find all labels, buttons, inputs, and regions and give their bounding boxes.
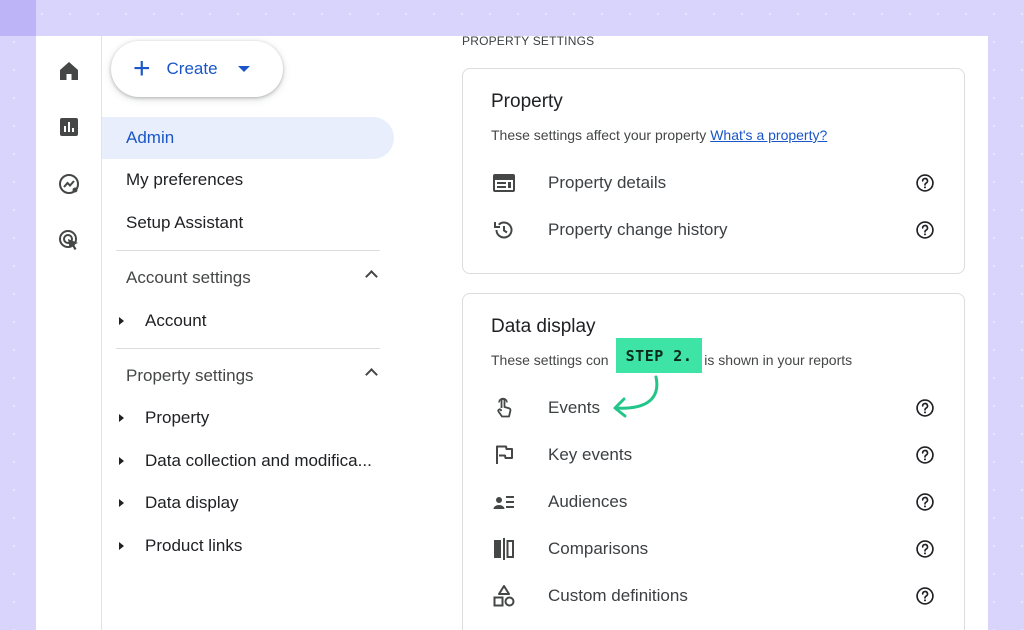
nav-item-setup-assistant[interactable]: Setup Assistant [102, 202, 394, 244]
nav-item-label: Setup Assistant [126, 213, 244, 232]
data-display-card: Data display These settings con is shown… [462, 293, 965, 630]
plus-icon: + [133, 52, 151, 85]
card-subtitle-text: These settings affect your property [491, 127, 707, 143]
nav-divider [116, 348, 380, 349]
row-label: Custom definitions [548, 586, 688, 605]
tree-item-property[interactable]: Property [102, 400, 394, 436]
tree-item-data-display[interactable]: Data display [102, 485, 394, 521]
help-icon[interactable] [915, 492, 935, 512]
tree-item-label: Account [145, 311, 207, 330]
help-icon[interactable] [915, 586, 935, 606]
tree-item-label: Data collection and modifica... [145, 451, 372, 470]
caret-down-icon [237, 66, 250, 72]
help-icon[interactable] [915, 398, 935, 418]
create-button[interactable]: + Create [111, 41, 283, 97]
settings-row-property-details[interactable]: Property details [463, 161, 964, 205]
settings-row-audiences[interactable]: Audiences [463, 480, 964, 524]
expand-arrow-icon [119, 457, 124, 465]
property-card: Property These settings affect your prop… [462, 68, 965, 274]
icon-rail [36, 36, 102, 630]
nav-item-label: Admin [126, 128, 175, 147]
create-label: Create [166, 59, 218, 78]
page-heading: PROPERTY SETTINGS [462, 36, 595, 48]
tree-item-product-links[interactable]: Product links [102, 528, 394, 564]
chevron-up-icon [365, 368, 378, 381]
card-title: Data display [491, 316, 596, 337]
row-label: Key events [548, 445, 633, 464]
nav-divider [116, 250, 380, 251]
expand-arrow-icon [119, 414, 124, 422]
shapes-icon [491, 584, 517, 608]
card-subtitle: These settings affect your property What… [491, 127, 827, 143]
flag-icon [491, 443, 517, 467]
tree-item-label: Product links [145, 536, 243, 555]
audiences-icon [491, 490, 517, 514]
row-label: Comparisons [548, 539, 649, 558]
comparisons-icon [491, 537, 517, 561]
card-title: Property [491, 91, 563, 112]
expand-arrow-icon [119, 499, 124, 507]
property-settings-header[interactable]: Property settings [102, 358, 394, 394]
row-label: Events [548, 398, 600, 417]
property-details-icon [491, 171, 517, 195]
whats-a-property-link[interactable]: What's a property? [710, 127, 827, 143]
help-icon[interactable] [915, 445, 935, 465]
help-icon[interactable] [915, 220, 935, 240]
history-icon [491, 218, 517, 242]
app-window: + Create Admin My preferences Setup Assi… [36, 36, 988, 630]
advertising-icon[interactable] [56, 227, 82, 253]
settings-row-events[interactable]: Events [463, 386, 964, 430]
card-subtitle-start: These settings con [491, 352, 609, 368]
card-subtitle-end: is shown in your reports [704, 352, 853, 368]
touch-icon [491, 396, 517, 420]
tree-item-label: Property [145, 408, 210, 427]
step-arrow-icon [613, 375, 659, 418]
home-icon[interactable] [56, 58, 82, 84]
corner-decoration [0, 0, 36, 36]
nav-item-preferences[interactable]: My preferences [102, 159, 394, 201]
chevron-up-icon [365, 270, 378, 283]
section-label: Account settings [126, 268, 251, 287]
explore-icon[interactable] [56, 171, 82, 197]
settings-row-comparisons[interactable]: Comparisons [463, 527, 964, 571]
settings-row-key-events[interactable]: Key events [463, 433, 964, 477]
nav-item-admin[interactable]: Admin [102, 117, 394, 159]
reports-icon[interactable] [56, 114, 82, 140]
tree-item-label: Data display [145, 493, 239, 512]
help-icon[interactable] [915, 539, 935, 559]
expand-arrow-icon [119, 317, 124, 325]
account-settings-header[interactable]: Account settings [102, 260, 394, 296]
settings-row-property-change-history[interactable]: Property change history [463, 208, 964, 252]
settings-row-custom-definitions[interactable]: Custom definitions [463, 574, 964, 618]
tree-item-account[interactable]: Account [102, 303, 394, 339]
step-badge: STEP 2. [616, 338, 702, 373]
nav-item-label: My preferences [126, 170, 244, 189]
main-content: PROPERTY SETTINGS Property These setting… [402, 36, 988, 630]
section-label: Property settings [126, 366, 254, 385]
tree-item-data-collection[interactable]: Data collection and modifica... [102, 443, 394, 479]
admin-nav: + Create Admin My preferences Setup Assi… [102, 36, 402, 630]
row-label: Property details [548, 173, 667, 192]
row-label: Audiences [548, 492, 628, 511]
help-icon[interactable] [915, 173, 935, 193]
row-label: Property change history [548, 220, 728, 239]
expand-arrow-icon [119, 542, 124, 550]
